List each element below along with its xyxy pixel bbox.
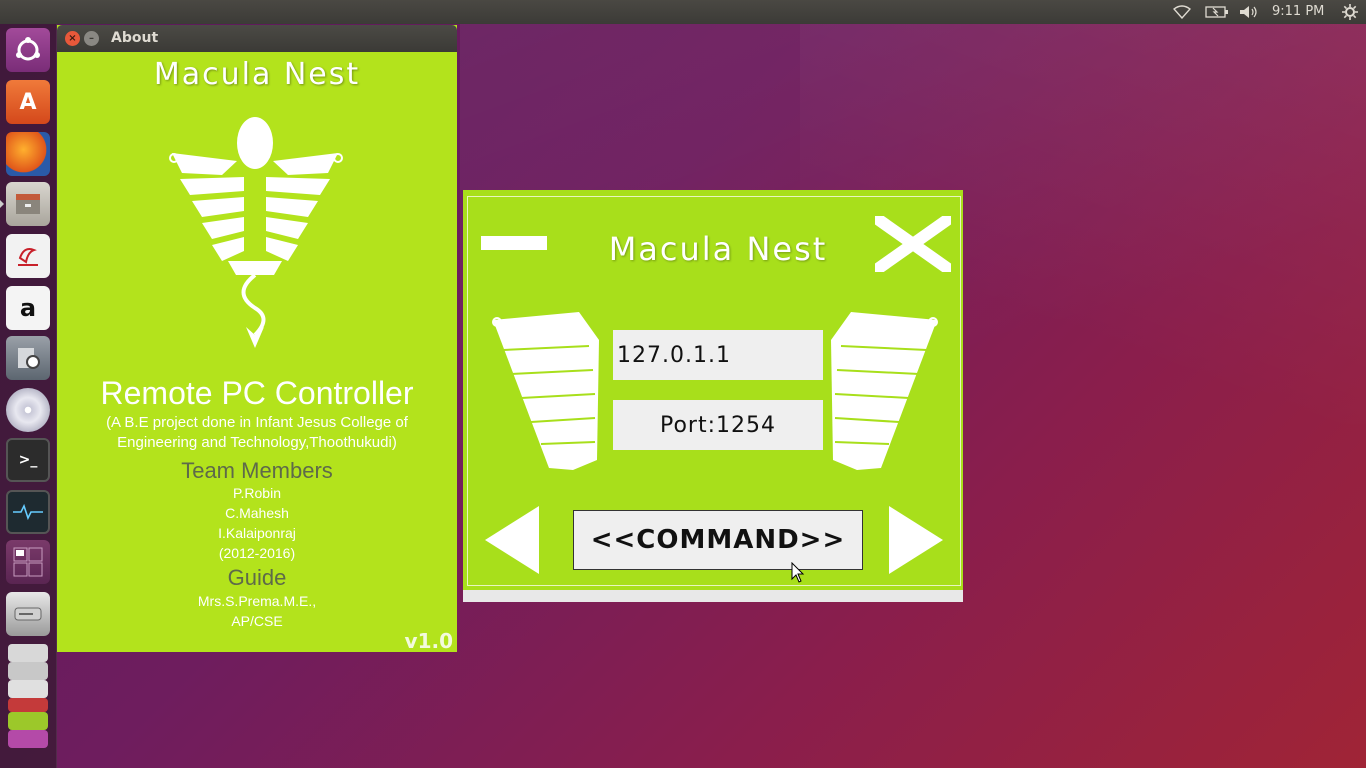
about-window: × – About Macula Nest Remote PC Controll…: [57, 25, 457, 653]
clock[interactable]: 9:11 PM: [1272, 4, 1324, 19]
battery-icon[interactable]: [1204, 3, 1230, 21]
files-icon[interactable]: [6, 182, 50, 226]
about-titlebar[interactable]: × – About: [57, 25, 457, 52]
running-indicator: [0, 200, 4, 208]
macula-nest-logo-icon: [169, 117, 343, 348]
system-settings-icon[interactable]: [6, 336, 50, 380]
project-description: (A B.E project done in Infant Jesus Coll…: [106, 414, 408, 451]
terminal-icon[interactable]: >_: [6, 438, 50, 482]
team-heading: Team Members: [181, 458, 333, 483]
mouse-cursor-icon: [791, 562, 805, 583]
settings-gear-icon[interactable]: [1340, 3, 1360, 21]
minimize-icon[interactable]: –: [84, 31, 99, 46]
team-member: P.Robin: [232, 485, 281, 501]
left-wing-icon: [492, 312, 599, 470]
drive-icon[interactable]: [6, 592, 50, 636]
close-icon[interactable]: ×: [65, 31, 80, 46]
volume-icon[interactable]: [1238, 3, 1260, 21]
guide-name: Mrs.S.Prema.M.E.,: [197, 593, 317, 609]
system-monitor-icon[interactable]: [6, 490, 50, 534]
about-window-title: About: [111, 30, 159, 46]
project-years: (2012-2016): [218, 545, 296, 561]
amazon-icon[interactable]: a: [6, 286, 50, 330]
app-title: Macula Nest: [608, 230, 828, 268]
port-field[interactable]: Port:1254: [613, 400, 823, 450]
ip-address-field[interactable]: 127.0.1.1: [613, 330, 823, 380]
dvd-icon[interactable]: [6, 388, 50, 432]
version-label: v1.0: [404, 629, 453, 653]
right-wing-icon: [831, 312, 938, 470]
left-arrow-button[interactable]: [483, 504, 543, 576]
wifi-icon[interactable]: [1172, 3, 1192, 21]
libreoffice-impress-icon[interactable]: [6, 234, 50, 278]
top-panel: 9:11 PM: [0, 0, 1366, 24]
launcher: A a >_: [0, 24, 57, 768]
team-member: I.Kalaiponraj: [218, 525, 296, 541]
right-arrow-button[interactable]: [885, 504, 945, 576]
command-button[interactable]: <<COMMAND>>: [573, 510, 863, 570]
close-x-icon[interactable]: [875, 216, 951, 272]
software-center-icon[interactable]: A: [6, 80, 50, 124]
macula-nest-window: Macula Nest 127.0.1.1 Port:1254 <<COMMAN…: [463, 190, 963, 602]
ubuntu-dash-icon[interactable]: [6, 28, 50, 72]
about-app-title: Macula Nest: [153, 57, 361, 92]
guide-department: AP/CSE: [231, 613, 283, 629]
workspace-switcher-icon[interactable]: [6, 540, 50, 584]
guide-heading: Guide: [227, 565, 287, 590]
team-member: C.Mahesh: [225, 505, 289, 521]
stacked-windows-icon[interactable]: [6, 642, 50, 752]
product-name: Remote PC Controller: [100, 375, 414, 411]
firefox-icon[interactable]: [6, 132, 50, 176]
minimize-button[interactable]: [481, 236, 547, 250]
app-footer-bar: [463, 590, 963, 602]
